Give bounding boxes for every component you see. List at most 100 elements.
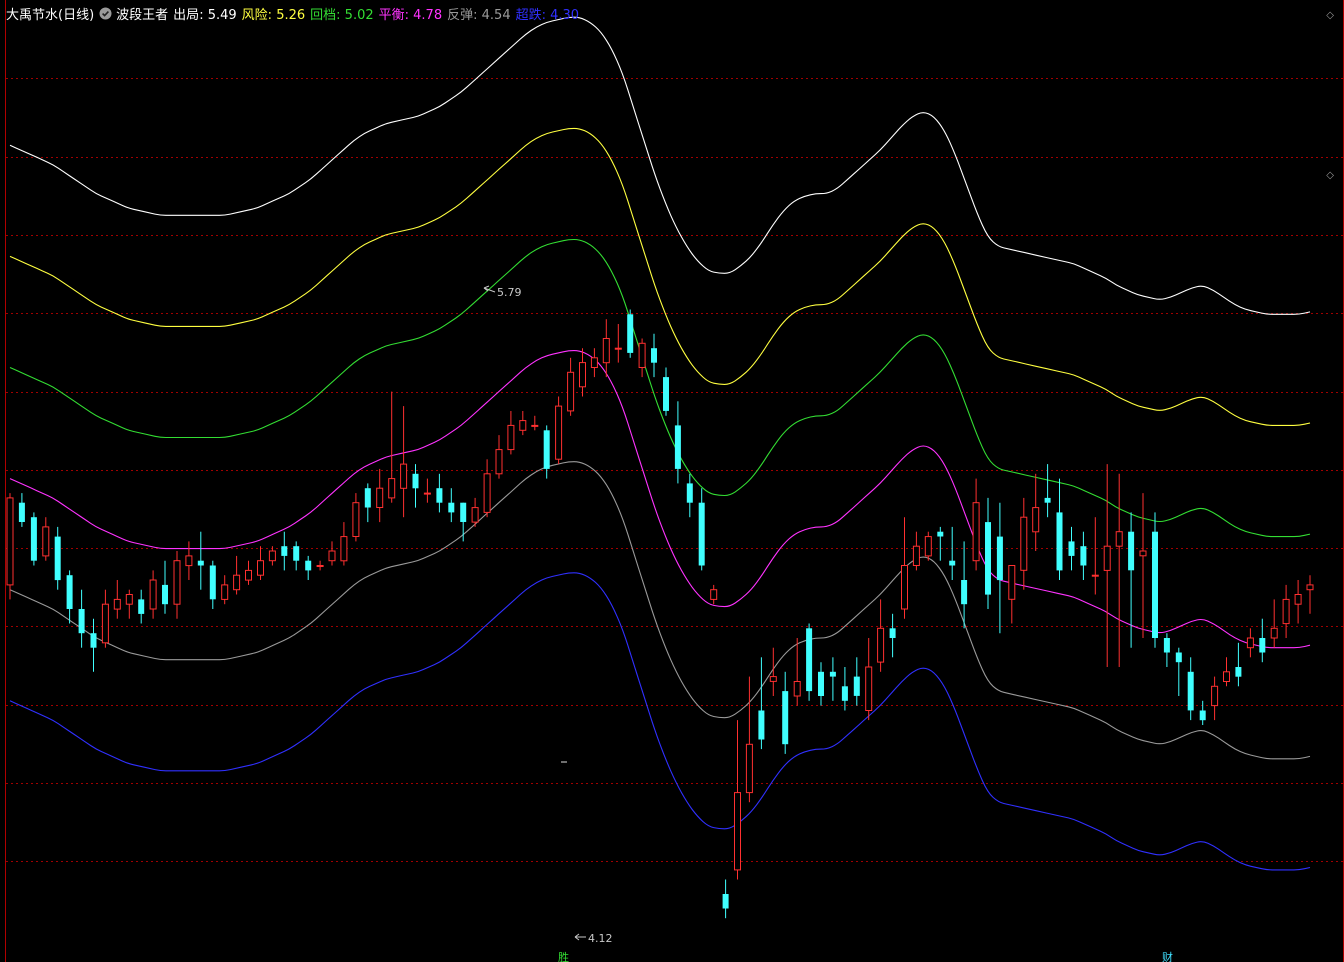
candle xyxy=(627,309,634,358)
candle-body xyxy=(42,526,50,557)
candle-body xyxy=(1128,531,1135,571)
candle-body xyxy=(483,473,491,513)
candle-body xyxy=(638,342,646,368)
candle-body xyxy=(1282,598,1290,625)
candle-body xyxy=(663,377,669,411)
candle-body xyxy=(460,502,467,522)
indicator-name[interactable]: 波段王者 xyxy=(116,4,168,23)
candle-body xyxy=(328,550,336,562)
candle-body xyxy=(1008,565,1016,600)
stock-title[interactable]: 大禹节水(日线) xyxy=(6,4,94,23)
value-pullback-label: 回档 xyxy=(310,7,337,23)
candle-body xyxy=(912,545,920,567)
candle-body xyxy=(1235,667,1242,677)
candle-body xyxy=(853,676,860,696)
candle-body xyxy=(1259,638,1266,653)
candle-body xyxy=(806,628,813,692)
value-oversold: 超跌: 4.30 xyxy=(515,7,580,23)
candle-body xyxy=(245,569,252,581)
value-exit-label: 出局 xyxy=(173,7,200,23)
candle-body xyxy=(674,425,681,469)
candle-body xyxy=(782,691,789,745)
candle-body xyxy=(352,502,360,538)
candle-body xyxy=(972,502,980,562)
candle-body xyxy=(1044,497,1051,503)
candle-body xyxy=(1139,550,1147,557)
candle-body xyxy=(30,517,37,561)
chart-background xyxy=(0,0,1344,962)
bottom-label-wealth: 财 xyxy=(1162,950,1173,962)
candle-body xyxy=(125,594,133,605)
candle-body xyxy=(758,710,765,740)
candle-body xyxy=(543,430,550,469)
candle-body xyxy=(305,560,312,571)
candle-body xyxy=(698,502,705,566)
diamond-up-icon[interactable]: ◇ xyxy=(1326,10,1334,21)
candle-body xyxy=(1032,507,1040,533)
candle-body xyxy=(268,550,276,562)
high-label: 5.79 xyxy=(497,286,522,299)
value-balance-number: 4.78 xyxy=(413,7,443,23)
candle-body xyxy=(937,531,944,537)
candle-body xyxy=(149,579,157,610)
candle-body xyxy=(1211,685,1219,707)
value-rebound: 反弹: 4.54 xyxy=(447,7,511,23)
candle-body xyxy=(985,522,991,595)
value-balance: 平衡: 4.78 xyxy=(378,7,443,23)
candle-body xyxy=(18,502,25,522)
candle-body xyxy=(519,420,527,431)
candle xyxy=(30,512,37,566)
low-label: 4.12 xyxy=(588,932,613,945)
candle-body xyxy=(1270,627,1278,639)
candle-body xyxy=(1068,541,1075,556)
value-rebound-label: 反弹 xyxy=(447,7,474,23)
value-rebound-number: 4.54 xyxy=(481,7,511,23)
candle-body xyxy=(1080,546,1087,566)
gear-icon[interactable] xyxy=(99,7,112,20)
candle-body xyxy=(113,598,121,610)
candle-body xyxy=(340,536,348,562)
candle-body xyxy=(293,546,300,561)
candle-body xyxy=(448,502,455,513)
candle-body xyxy=(281,546,288,556)
candle-body xyxy=(818,671,824,696)
value-exit-number: 5.49 xyxy=(207,7,237,23)
candle-body xyxy=(1294,594,1302,605)
candle-body xyxy=(1306,584,1314,591)
value-exit: 出局: 5.49 xyxy=(173,7,237,23)
candle-body xyxy=(257,560,264,576)
candle-body xyxy=(745,743,753,794)
candle-body xyxy=(1187,671,1194,711)
candle-body xyxy=(54,536,61,581)
candlestick-chart[interactable]: 5.79 4.12 胜 财 xyxy=(0,0,1344,962)
candle-body xyxy=(710,589,718,600)
candle-body xyxy=(949,560,956,566)
candle-body xyxy=(769,676,777,682)
candle-body xyxy=(436,488,443,503)
candle-body xyxy=(996,536,1003,581)
candle-body xyxy=(423,492,431,495)
candle xyxy=(555,396,563,465)
candle-body xyxy=(388,478,396,499)
candle-body xyxy=(1175,652,1182,663)
candle-body xyxy=(579,362,586,388)
value-oversold-number: 4.30 xyxy=(550,7,580,23)
candle-body xyxy=(555,405,563,460)
candle-body xyxy=(734,792,741,871)
candle-body xyxy=(471,507,479,523)
candle-body xyxy=(233,574,241,591)
candle-body xyxy=(173,560,181,605)
candle-body xyxy=(1152,531,1158,638)
candle xyxy=(806,623,813,701)
indicator-header: 大禹节水(日线) 波段王者 出局: 5.49 风险: 5.26 回档: 5.02… xyxy=(6,4,584,23)
value-risk: 风险: 5.26 xyxy=(241,7,306,23)
candle-body xyxy=(138,599,145,614)
candle-body xyxy=(865,666,873,711)
candle-body xyxy=(1056,512,1063,571)
candle-body xyxy=(531,424,539,427)
candle-body xyxy=(793,681,801,697)
diamond-down-icon[interactable]: ◇ xyxy=(1326,170,1334,181)
bottom-label-win: 胜 xyxy=(558,950,569,962)
candle-body xyxy=(197,560,204,566)
candle-body xyxy=(889,628,896,638)
